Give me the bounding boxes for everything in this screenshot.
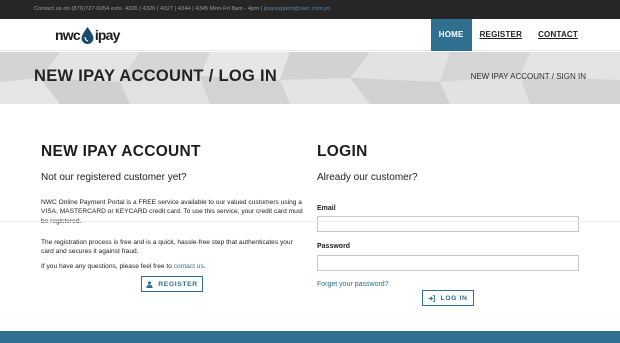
forgot-password-link[interactable]: Forget your password?	[317, 281, 389, 288]
register-button[interactable]: REGISTER	[141, 276, 203, 292]
page-banner: NEW IPAY ACCOUNT / LOG IN NEW IPAY ACCOU…	[0, 52, 620, 104]
login-heading: LOGIN	[317, 143, 368, 160]
nwc-ipay-logo[interactable]: nwc ipay	[55, 25, 120, 45]
register-subheading: Not our registered customer yet?	[41, 172, 187, 183]
breadcrumb-item-new-account[interactable]: NEW IPAY ACCOUNT	[471, 72, 550, 81]
logo-text-left: nwc	[55, 27, 81, 43]
page-title: NEW IPAY ACCOUNT / LOG IN	[34, 67, 278, 85]
password-label: Password	[317, 243, 351, 250]
top-contact-bar: Contact us on (876)727-6054 exts. 4326 |…	[0, 0, 620, 19]
nav-home[interactable]: HOME	[430, 19, 472, 51]
nav-register[interactable]: REGISTER	[472, 19, 531, 51]
registration-process-text: The registration process is free and is …	[41, 239, 293, 256]
main-navbar: nwc ipay HOME REGISTER CONTACT	[0, 19, 620, 51]
main-content: NEW IPAY ACCOUNT Not our registered cust…	[0, 104, 620, 331]
login-subheading: Already our customer?	[317, 172, 418, 183]
section-divider	[0, 221, 620, 222]
questions-text-prefix: If you have any questions, please feel f…	[41, 263, 174, 270]
water-drop-icon	[81, 26, 94, 44]
breadcrumb: NEW IPAY ACCOUNT / SIGN IN	[471, 72, 586, 81]
logo-text-right: ipay	[94, 27, 121, 43]
login-button-label: LOG IN	[440, 294, 468, 302]
login-button[interactable]: LOG IN	[422, 290, 474, 306]
nav-menu: HOME REGISTER CONTACT	[430, 19, 586, 51]
questions-text: If you have any questions, please feel f…	[41, 262, 307, 271]
sign-in-icon	[428, 294, 436, 302]
user-icon	[146, 280, 153, 288]
nav-contact[interactable]: CONTACT	[530, 19, 586, 51]
footer-bar	[0, 331, 620, 343]
register-button-label: REGISTER	[158, 280, 198, 288]
contact-us-link[interactable]: contact us	[174, 263, 204, 270]
password-field[interactable]	[317, 255, 579, 271]
breadcrumb-item-sign-in[interactable]: SIGN IN	[556, 72, 586, 81]
questions-text-suffix: .	[203, 263, 206, 270]
contact-info-text: Contact us on (876)727-6054 exts. 4326 |…	[34, 6, 264, 12]
email-label: Email	[317, 205, 336, 212]
support-email-link[interactable]: ipaysupport@nwc.com.jm	[264, 6, 330, 12]
email-field[interactable]	[317, 216, 579, 232]
register-heading: NEW IPAY ACCOUNT	[41, 143, 201, 160]
